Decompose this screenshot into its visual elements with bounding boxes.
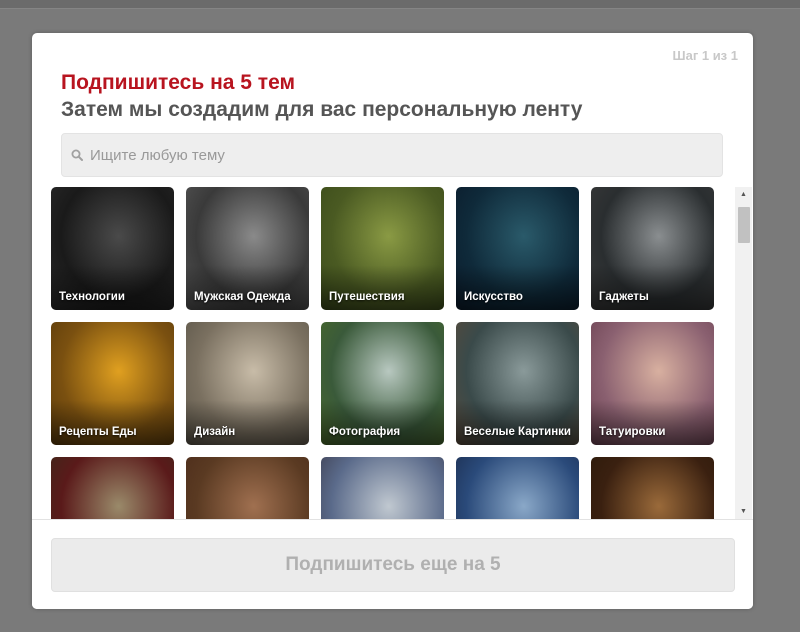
topic-label: Искусство bbox=[464, 291, 523, 303]
grid-scrollbar[interactable]: ▲ ▼ bbox=[735, 187, 752, 519]
tile-shade bbox=[51, 400, 174, 445]
topic-tile[interactable] bbox=[321, 457, 444, 519]
topic-tile[interactable]: Мужская Одежда bbox=[186, 187, 309, 310]
topic-tile[interactable]: Фотография bbox=[321, 322, 444, 445]
background-page-bar bbox=[0, 0, 800, 9]
scroll-up-arrow-icon[interactable]: ▲ bbox=[735, 187, 752, 202]
topic-tile[interactable]: Искусство bbox=[456, 187, 579, 310]
scroll-thumb[interactable] bbox=[738, 207, 750, 243]
topic-tile[interactable]: Веселые Картинки bbox=[456, 322, 579, 445]
topic-label: Технологии bbox=[59, 291, 125, 303]
topic-label: Фотография bbox=[329, 426, 401, 438]
topic-label: Путешествия bbox=[329, 291, 405, 303]
topic-label: Дизайн bbox=[194, 426, 236, 438]
topic-label: Татуировки bbox=[599, 426, 666, 438]
modal-title: Подпишитесь на 5 тем bbox=[61, 71, 296, 94]
search-input[interactable] bbox=[90, 134, 710, 176]
topic-tile[interactable]: Путешествия bbox=[321, 187, 444, 310]
topic-tile[interactable] bbox=[186, 457, 309, 519]
topic-tile[interactable] bbox=[51, 457, 174, 519]
topic-tile[interactable]: Татуировки bbox=[591, 322, 714, 445]
tile-shade bbox=[321, 400, 444, 445]
tile-shade bbox=[51, 265, 174, 310]
modal-subtitle: Затем мы создадим для вас персональную л… bbox=[61, 98, 583, 121]
tile-shade bbox=[456, 400, 579, 445]
modal-footer: Подпишитесь еще на 5 bbox=[32, 519, 753, 609]
follow-more-button[interactable]: Подпишитесь еще на 5 bbox=[51, 538, 735, 592]
topic-label: Гаджеты bbox=[599, 291, 649, 303]
topic-tile[interactable]: Рецепты Еды bbox=[51, 322, 174, 445]
topic-tile[interactable]: Гаджеты bbox=[591, 187, 714, 310]
topic-tile[interactable]: Дизайн bbox=[186, 322, 309, 445]
topic-tile[interactable] bbox=[456, 457, 579, 519]
topic-tile[interactable] bbox=[591, 457, 714, 519]
topic-tile[interactable]: Технологии bbox=[51, 187, 174, 310]
step-indicator: Шаг 1 из 1 bbox=[672, 48, 738, 63]
tile-shade bbox=[591, 400, 714, 445]
tile-shade bbox=[186, 265, 309, 310]
topic-label: Рецепты Еды bbox=[59, 426, 137, 438]
tile-shade bbox=[186, 400, 309, 445]
topic-label: Веселые Картинки bbox=[464, 426, 571, 438]
search-box[interactable] bbox=[61, 133, 723, 177]
topic-grid: Технологии Мужская Одежда Путешествия Искус… bbox=[32, 187, 735, 519]
scroll-down-arrow-icon[interactable]: ▼ bbox=[735, 504, 752, 519]
topic-picker-modal: Шаг 1 из 1 Подпишитесь на 5 тем Затем мы… bbox=[32, 33, 753, 609]
tile-shade bbox=[321, 265, 444, 310]
tile-shade bbox=[591, 265, 714, 310]
tile-shade bbox=[456, 265, 579, 310]
search-icon bbox=[71, 149, 83, 161]
topic-label: Мужская Одежда bbox=[194, 291, 291, 303]
